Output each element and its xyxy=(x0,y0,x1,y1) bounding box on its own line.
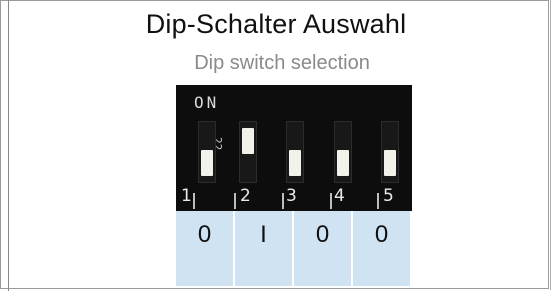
switch-value-1: 0 xyxy=(176,211,235,286)
switch-knob-2 xyxy=(242,128,254,154)
switch-slot-1[interactable] xyxy=(198,121,216,183)
switch-slot-5[interactable] xyxy=(381,121,399,183)
switch-knob-4 xyxy=(337,150,349,176)
switch-knob-3 xyxy=(289,150,301,176)
on-label: ON xyxy=(194,93,220,112)
left-border xyxy=(8,0,9,291)
position-label-3: 3 xyxy=(286,186,297,206)
position-tick xyxy=(330,193,332,209)
position-tick xyxy=(234,193,236,209)
switch-slot-4[interactable] xyxy=(334,121,352,183)
page-title: Dip-Schalter Auswahl xyxy=(145,9,407,39)
position-tick xyxy=(377,193,379,209)
switch-value-row: 0 I 0 0 xyxy=(176,211,410,286)
position-tick xyxy=(193,193,195,209)
page-subtitle: Dip switch selection xyxy=(194,52,370,74)
switch-slot-3[interactable] xyxy=(286,121,304,183)
position-label-5: 5 xyxy=(383,186,394,206)
right-border xyxy=(550,0,551,290)
position-label-1: 1 xyxy=(181,186,192,206)
switch-value-4: 0 xyxy=(353,211,410,286)
switch-value-2: I xyxy=(235,211,294,286)
switch-knob-5 xyxy=(384,150,396,176)
dip-switch-image: ON 22 1 2 3 4 5 xyxy=(176,85,412,211)
position-tick xyxy=(282,193,284,209)
switch-value-3: 0 xyxy=(294,211,353,286)
switch-knob-1 xyxy=(201,150,213,176)
position-label-4: 4 xyxy=(334,186,345,206)
switch-slot-2[interactable] xyxy=(239,121,257,183)
position-label-2: 2 xyxy=(240,186,251,206)
